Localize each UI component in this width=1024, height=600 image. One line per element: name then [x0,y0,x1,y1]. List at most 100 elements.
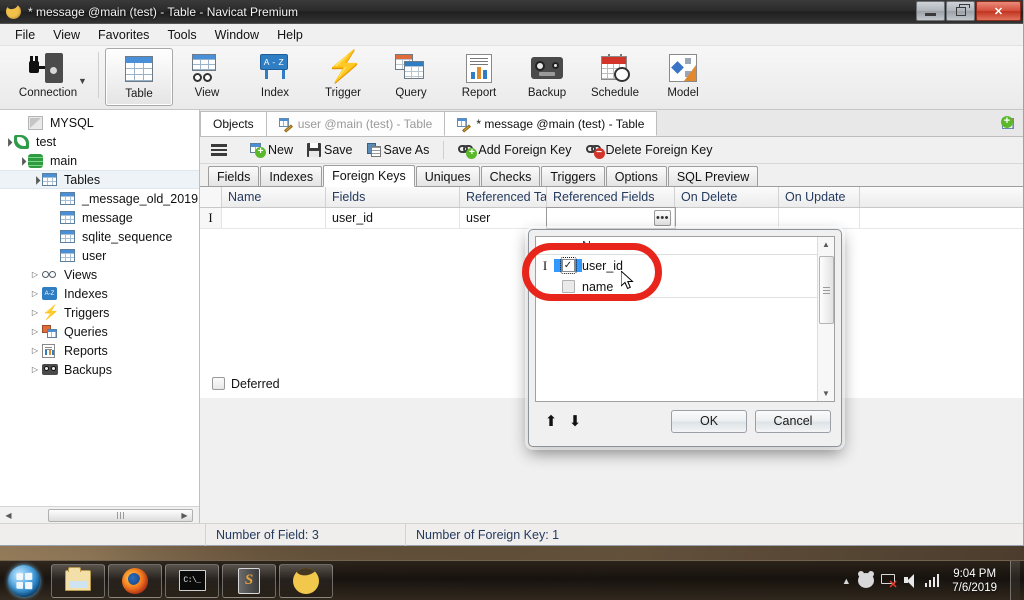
tree-node-tables[interactable]: Tables [0,170,199,189]
ribbon-model-button[interactable]: Model [649,48,717,108]
cancel-button[interactable]: Cancel [755,409,831,433]
tab-objects[interactable]: Objects [200,111,267,136]
arrow-down-icon[interactable]: ⬇ [563,409,587,433]
ribbon-schedule-button[interactable]: Schedule [581,48,649,108]
ribbon-backup-button[interactable]: Backup [513,48,581,108]
taskbar-navicat[interactable] [279,563,333,598]
grid-header-name[interactable]: Name [222,187,326,207]
twisty-collapsed-icon[interactable] [28,289,42,298]
new-button[interactable]: + New [244,141,299,159]
menu-item-favorites[interactable]: Favorites [89,26,158,44]
signal-icon[interactable] [924,574,940,587]
tab-options[interactable]: Options [605,166,667,186]
taskbar-sublime-text[interactable]: S [222,563,276,598]
scroll-up-arrow-icon[interactable]: ▲ [819,237,834,252]
tab-message-table[interactable]: * message @main (test) - Table [444,111,658,136]
tree-node-triggers[interactable]: ⚡ Triggers [0,303,199,322]
new-object-tab-icon[interactable]: + [997,113,1019,133]
deferred-checkbox[interactable] [212,377,225,390]
tab-uniques[interactable]: Uniques [415,166,480,186]
twisty-collapsed-icon[interactable] [28,365,42,374]
add-foreign-key-button[interactable]: + Add Foreign Key [452,141,577,159]
tab-foreign-keys[interactable]: Foreign Keys [323,165,415,187]
taskbar-firefox[interactable] [108,563,162,598]
taskbar-clock[interactable]: 9:04 PM 7/6/2019 [946,567,1003,595]
taskbar-command-prompt[interactable]: C:\_ [165,563,219,598]
scroll-right-arrow-icon[interactable]: ▶ [176,508,193,523]
grid-header-fields[interactable]: Fields [326,187,460,207]
scroll-down-arrow-icon[interactable]: ▼ [819,386,834,401]
grid-header-referenced-table[interactable]: Referenced Table [460,187,547,207]
twisty-expanded-icon[interactable] [0,137,14,146]
cell-on-delete[interactable] [675,208,779,228]
menu-item-file[interactable]: File [6,26,44,44]
table-row[interactable]: I user_id user ••• [200,207,1023,229]
twisty-collapsed-icon[interactable] [28,327,42,336]
tab-fields[interactable]: Fields [208,166,260,186]
tray-expand-chevron-icon[interactable]: ▲ [842,576,851,586]
tree-node-message[interactable]: message [0,208,199,227]
network-disconnected-icon[interactable]: ✕ [880,573,898,590]
tree-node-main[interactable]: main [0,151,199,170]
hamburger-menu-icon[interactable] [208,144,230,156]
grid-header-on-update[interactable]: On Update [779,187,860,207]
twisty-collapsed-icon[interactable] [28,270,42,279]
show-desktop-button[interactable] [1010,560,1020,600]
twisty-collapsed-icon[interactable] [28,346,42,355]
field-list-scrollbar[interactable]: ▲ ▼ [817,237,834,401]
bear-icon[interactable] [857,571,874,588]
tree-node-sqlite-sequence[interactable]: sqlite_sequence [0,227,199,246]
tab-indexes[interactable]: Indexes [260,166,323,186]
arrow-up-icon[interactable]: ⬆ [539,409,563,433]
scrollbar-track[interactable] [818,252,834,386]
start-button[interactable] [0,562,48,600]
menu-item-tools[interactable]: Tools [158,26,205,44]
tab-triggers[interactable]: Triggers [541,166,605,186]
field-checkbox-cell[interactable] [554,280,582,293]
cell-referenced-table[interactable]: user [460,208,547,228]
tree-node-queries[interactable]: Queries [0,322,199,341]
ribbon-query-button[interactable]: Query [377,48,445,108]
taskbar-file-explorer[interactable] [51,563,105,598]
save-button[interactable]: Save [301,141,359,159]
volume-icon[interactable] [903,573,918,588]
tab-user-table[interactable]: user @main (test) - Table [265,111,446,136]
chevron-down-icon[interactable]: ▼ [78,76,87,86]
cell-referenced-fields[interactable]: ••• [546,207,676,229]
menu-item-help[interactable]: Help [268,26,312,44]
twisty-collapsed-icon[interactable] [28,308,42,317]
ribbon-index-button[interactable]: A - Z Index [241,48,309,108]
ribbon-report-button[interactable]: Report [445,48,513,108]
field-checkbox[interactable] [561,280,575,293]
tab-sql-preview[interactable]: SQL Preview [667,166,759,186]
referenced-fields-ellipsis-button[interactable]: ••• [654,210,671,226]
maximize-button[interactable] [946,1,975,21]
tree-node-message-old-2019[interactable]: _message_old_2019 [0,189,199,208]
cell-on-update[interactable] [779,208,860,228]
twisty-expanded-icon[interactable] [14,156,28,165]
grid-header-referenced-fields[interactable]: Referenced Fields [547,187,675,207]
grid-header-on-delete[interactable]: On Delete [675,187,779,207]
tree-node-indexes[interactable]: Indexes [0,284,199,303]
ribbon-view-button[interactable]: View [173,48,241,108]
scroll-left-arrow-icon[interactable]: ◀ [0,508,17,523]
field-checkbox[interactable]: ✓ [559,257,577,274]
save-as-button[interactable]: Save As [361,141,436,159]
minimize-button[interactable] [916,1,945,21]
list-item[interactable]: I ✓ user_id [536,255,817,276]
tree-node-reports[interactable]: Reports [0,341,199,360]
cell-name[interactable] [222,208,326,228]
ok-button[interactable]: OK [671,409,747,433]
field-checkbox-cell[interactable]: ✓ [554,257,582,274]
tree-node-user[interactable]: user [0,246,199,265]
menu-item-window[interactable]: Window [206,26,268,44]
close-button[interactable]: ✕ [976,1,1021,21]
sidebar-horizontal-scrollbar[interactable]: ◀ ▶ [0,506,199,523]
ribbon-table-button[interactable]: Table [105,48,173,106]
ribbon-trigger-button[interactable]: ⚡ Trigger [309,48,377,108]
delete-foreign-key-button[interactable]: − Delete Foreign Key [580,141,719,159]
tree-node-mysql[interactable]: MYSQL [0,113,199,132]
cell-fields[interactable]: user_id [326,208,460,228]
scrollbar-thumb[interactable] [818,256,834,324]
scrollbar-thumb[interactable] [48,509,193,522]
